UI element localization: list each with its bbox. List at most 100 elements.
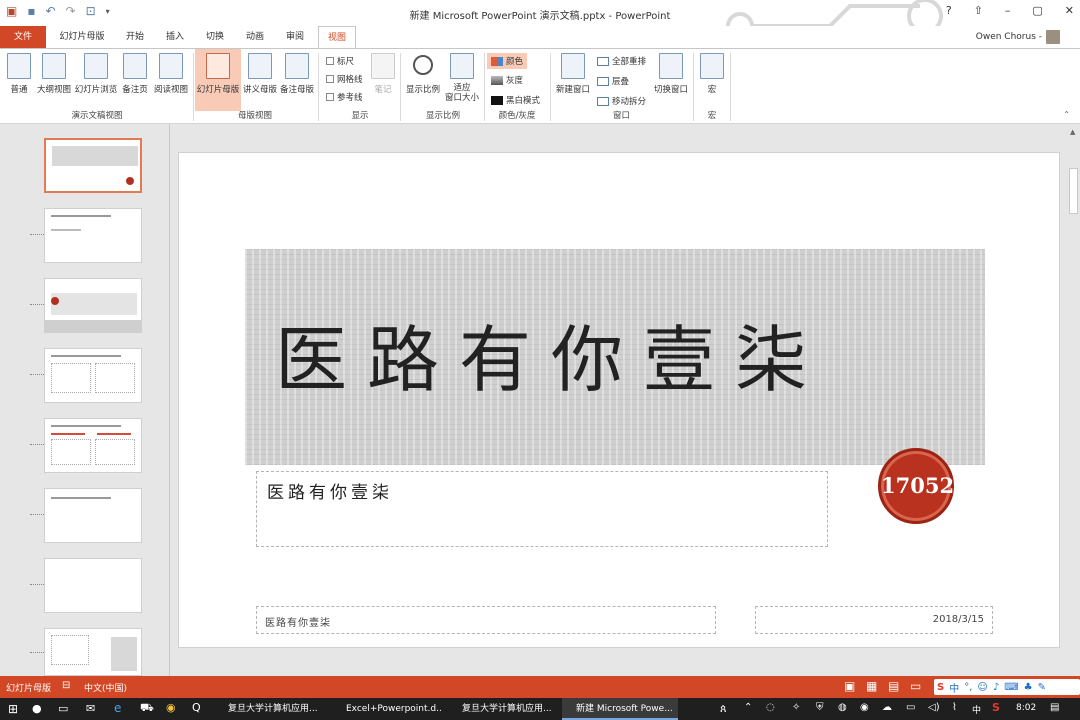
tab-view[interactable]: 视图 xyxy=(318,26,356,49)
tray-app-icon[interactable]: ✧ xyxy=(792,702,800,713)
people-icon[interactable]: ጰ xyxy=(720,702,727,716)
cloud-icon[interactable]: ☁ xyxy=(882,702,892,713)
cortana-icon[interactable]: ● xyxy=(32,702,42,715)
slide-thumbnail-layout[interactable] xyxy=(44,208,142,263)
grayscale-option[interactable]: 灰度 xyxy=(491,74,523,86)
status-language[interactable]: 中文(中国) xyxy=(84,681,127,694)
subtitle-placeholder[interactable]: 医路有你壹柒 xyxy=(256,471,828,547)
tab-transitions[interactable]: 切换 xyxy=(198,26,232,48)
mail-icon[interactable]: ✉ xyxy=(86,702,95,715)
task-view-icon[interactable]: ▭ xyxy=(58,702,68,715)
scrollbar-thumb[interactable] xyxy=(1069,168,1078,214)
arrange-all-option[interactable]: 全部重排 xyxy=(597,55,646,67)
tools-icon[interactable]: ✎ xyxy=(1038,682,1046,693)
normal-view-status-icon[interactable]: ▣ xyxy=(844,679,855,693)
tray-app-icon[interactable]: ◉ xyxy=(860,702,869,713)
slide-thumbnail-layout[interactable] xyxy=(44,628,142,676)
slide-sorter-label: 幻灯片浏览 xyxy=(74,85,118,95)
slide-thumbnail-layout[interactable] xyxy=(44,278,142,333)
tray-app-icon[interactable]: ▭ xyxy=(906,702,915,713)
action-center-icon[interactable]: ▤ xyxy=(1050,702,1059,713)
ime-indicator[interactable]: 中 xyxy=(972,703,981,716)
slide-master-button[interactable]: 幻灯片母版 xyxy=(195,49,241,111)
new-window-button[interactable]: 新建窗口 xyxy=(553,49,593,95)
tab-home[interactable]: 开始 xyxy=(118,26,152,48)
ruler-checkbox[interactable]: 标尺 xyxy=(326,55,354,67)
notes-master-button[interactable]: 备注母版 xyxy=(279,49,315,95)
handout-master-button[interactable]: 讲义母版 xyxy=(242,49,278,95)
collapse-ribbon-icon[interactable]: ⌃ xyxy=(1063,110,1070,119)
ribbon-display-button[interactable]: ⇧ xyxy=(974,4,983,17)
fit-to-window-button[interactable]: 适应 窗口大小 xyxy=(442,49,482,103)
voice-icon[interactable]: ♪ xyxy=(993,682,999,693)
scroll-up-icon[interactable]: ▲ xyxy=(1070,128,1075,136)
notes-page-button[interactable]: 备注页 xyxy=(119,49,151,95)
slide-title[interactable]: 医路有你壹柒 xyxy=(275,301,827,406)
tray-app-icon[interactable]: ◍ xyxy=(838,702,847,713)
cascade-option[interactable]: 层叠 xyxy=(597,75,629,87)
sogou-tray-icon[interactable]: S xyxy=(992,701,1000,714)
slide-sorter-status-icon[interactable]: ▦ xyxy=(866,679,877,693)
windows-start-icon[interactable]: ⊞ xyxy=(8,702,18,716)
skin-icon[interactable]: ♣ xyxy=(1024,682,1033,693)
outline-view-button[interactable]: 大纲视图 xyxy=(36,49,72,95)
tab-animations[interactable]: 动画 xyxy=(238,26,272,48)
zoom-button[interactable]: 显示比例 xyxy=(404,49,442,95)
move-split-option[interactable]: 移动拆分 xyxy=(597,95,646,107)
black-white-option[interactable]: 黑白模式 xyxy=(491,94,540,106)
chrome-icon[interactable]: ◉ xyxy=(166,701,176,714)
wifi-icon[interactable]: ⌇ xyxy=(952,702,957,713)
slide-subtitle[interactable]: 医路有你壹柒 xyxy=(267,478,393,503)
punctuation-icon[interactable]: °, xyxy=(964,682,972,693)
volume-icon[interactable]: ◁) xyxy=(928,702,940,713)
tab-slide-master[interactable]: 幻灯片母版 xyxy=(52,26,112,48)
gridlines-checkbox[interactable]: 网格线 xyxy=(326,73,363,85)
tray-expand-icon[interactable]: ⌃ xyxy=(744,702,752,713)
help-button[interactable]: ? xyxy=(946,4,952,17)
tray-app-icon[interactable]: ◌ xyxy=(766,702,775,713)
color-option[interactable]: 颜色 xyxy=(487,53,528,69)
reading-view-button[interactable]: 阅读视图 xyxy=(152,49,190,95)
slideshow-status-icon[interactable]: ▭ xyxy=(910,679,921,693)
reading-view-status-icon[interactable]: ▤ xyxy=(888,679,899,693)
taskbar-item-folder-1[interactable]: 复旦大学计算机应用... xyxy=(214,698,324,720)
normal-view-button[interactable]: 普通 xyxy=(4,49,34,95)
slide-thumbnail-layout[interactable] xyxy=(44,418,142,473)
spellcheck-icon[interactable]: ⊟ xyxy=(62,680,70,691)
tab-insert[interactable]: 插入 xyxy=(158,26,192,48)
ime-toolbar[interactable]: S 中 °, ☺ ♪ ⌨ ♣ ✎ xyxy=(934,679,1080,695)
stamp-badge[interactable]: 17052 xyxy=(878,448,954,524)
title-banner[interactable]: 医路有你壹柒 xyxy=(245,249,985,465)
status-view-mode: 幻灯片母版 xyxy=(6,684,52,694)
minimize-button[interactable]: – xyxy=(1005,4,1011,17)
taskbar-item-folder-2[interactable]: 复旦大学计算机应用... xyxy=(448,698,558,720)
ime-chinese-mode[interactable]: 中 xyxy=(949,680,959,695)
tab-review[interactable]: 审阅 xyxy=(278,26,312,48)
slide-thumbnail-layout[interactable] xyxy=(44,558,142,613)
user-account[interactable]: Owen Chorus - xyxy=(976,30,1060,44)
taskbar-item-label: 复旦大学计算机应用... xyxy=(228,704,318,714)
clock[interactable]: 8:02 xyxy=(1016,703,1036,713)
footer-placeholder[interactable]: 医路有你壹柒 xyxy=(256,606,716,634)
switch-windows-button[interactable]: 切换窗口 xyxy=(652,49,690,95)
search-app-icon[interactable]: Q xyxy=(192,701,201,714)
tab-file[interactable]: 文件 xyxy=(0,26,46,48)
slide-thumbnail-master[interactable] xyxy=(44,138,142,193)
keyboard-icon[interactable]: ⌨ xyxy=(1004,682,1018,693)
taskbar-item-powerpoint[interactable]: 新建 Microsoft Powe... xyxy=(562,698,678,720)
edge-icon[interactable]: e xyxy=(114,701,121,715)
slide-canvas[interactable]: 医路有你壹柒 医路有你壹柒 17052 医路有你壹柒 2018/3/15 xyxy=(178,152,1060,648)
maximize-button[interactable]: ▢ xyxy=(1032,4,1042,17)
guides-checkbox[interactable]: 参考线 xyxy=(326,91,363,103)
macros-button[interactable]: 宏 xyxy=(697,49,727,95)
emoji-icon[interactable]: ☺ xyxy=(977,682,987,693)
slide-sorter-button[interactable]: 幻灯片浏览 xyxy=(74,49,118,95)
slide-thumbnail-layout[interactable] xyxy=(44,488,142,543)
close-button[interactable]: ✕ xyxy=(1065,4,1074,17)
store-icon[interactable]: ⛟ xyxy=(140,701,154,716)
taskbar-item-word[interactable]: Excel+Powerpoint.d... xyxy=(332,698,442,720)
slide-thumbnail-layout[interactable] xyxy=(44,348,142,403)
vertical-scrollbar[interactable]: ▲ xyxy=(1067,124,1080,676)
shield-icon[interactable]: ⛨ xyxy=(816,702,824,713)
date-placeholder[interactable]: 2018/3/15 xyxy=(755,606,993,634)
